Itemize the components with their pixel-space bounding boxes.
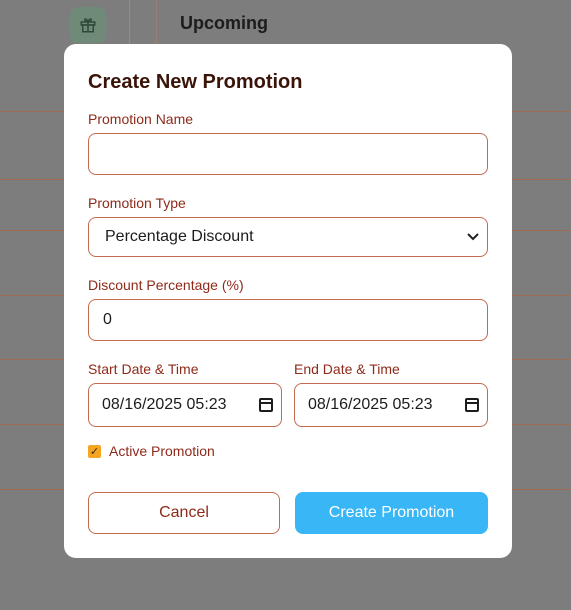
end-date-field: End Date & Time 08/16/2025 05:23 xyxy=(294,361,488,427)
promotion-type-select[interactable]: Percentage Discount xyxy=(88,217,488,257)
promotion-name-label: Promotion Name xyxy=(88,111,194,127)
active-promotion-label[interactable]: Active Promotion xyxy=(109,443,215,459)
calendar-icon[interactable] xyxy=(259,398,273,412)
calendar-icon[interactable] xyxy=(465,398,479,412)
dialog-title: Create New Promotion xyxy=(88,71,303,93)
promotion-type-value: Percentage Discount xyxy=(105,228,254,245)
start-date-value: 08/16/2025 05:23 xyxy=(102,396,227,413)
cancel-button[interactable]: Cancel xyxy=(88,492,280,534)
date-row: Start Date & Time 08/16/2025 05:23 End D… xyxy=(88,361,488,427)
background-heading: Upcoming xyxy=(180,13,268,33)
gift-icon xyxy=(70,7,106,43)
create-promotion-button[interactable]: Create Promotion xyxy=(295,492,488,534)
discount-percentage-input[interactable]: 0 xyxy=(88,299,488,341)
create-promotion-dialog: Create New Promotion Promotion Name Prom… xyxy=(64,44,512,558)
promotion-type-field: Promotion Type Percentage Discount xyxy=(88,195,488,257)
start-date-label: Start Date & Time xyxy=(88,361,199,377)
end-date-label: End Date & Time xyxy=(294,361,400,377)
active-promotion-row: ✓ Active Promotion xyxy=(88,443,488,459)
background-divider xyxy=(129,0,130,44)
start-date-field: Start Date & Time 08/16/2025 05:23 xyxy=(88,361,282,427)
discount-percentage-label: Discount Percentage (%) xyxy=(88,277,244,293)
promotion-name-field: Promotion Name xyxy=(88,111,488,175)
end-date-value: 08/16/2025 05:23 xyxy=(308,396,433,413)
promotion-name-input[interactable] xyxy=(88,133,488,175)
promotion-type-label: Promotion Type xyxy=(88,195,186,211)
active-promotion-checkbox[interactable]: ✓ xyxy=(88,444,101,458)
start-date-input[interactable]: 08/16/2025 05:23 xyxy=(88,383,282,427)
chevron-down-icon xyxy=(467,230,479,244)
dialog-actions: Cancel Create Promotion xyxy=(88,492,488,534)
discount-percentage-field: Discount Percentage (%) 0 xyxy=(88,277,488,341)
end-date-input[interactable]: 08/16/2025 05:23 xyxy=(294,383,488,427)
